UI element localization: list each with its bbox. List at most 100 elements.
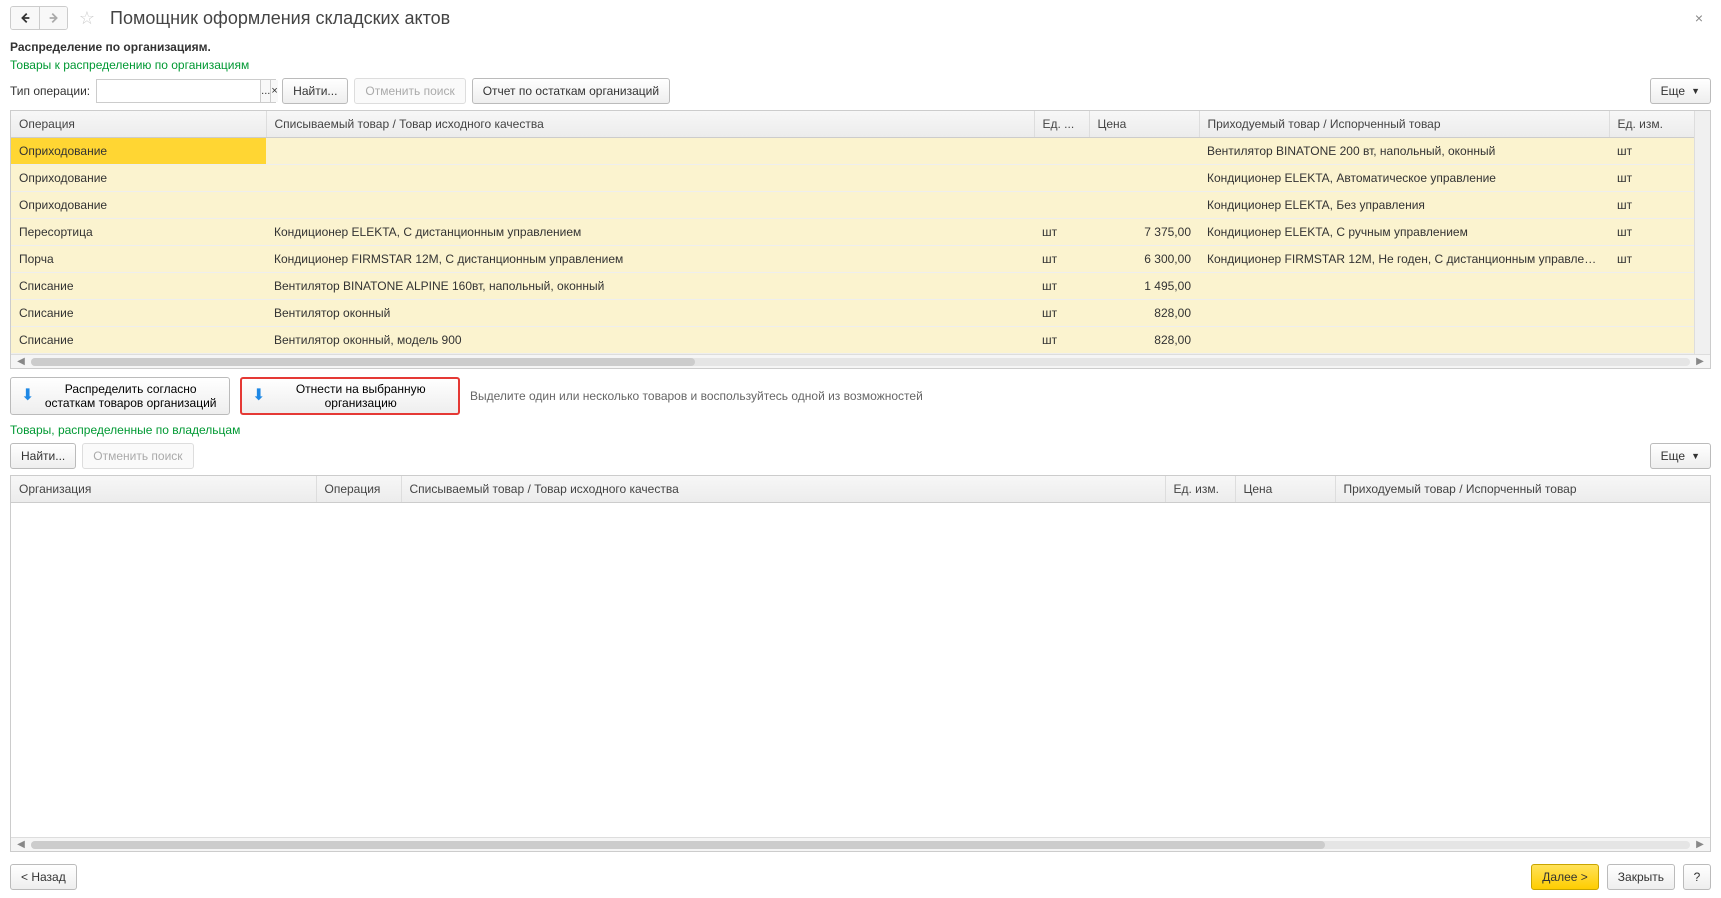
cell-writeoff_item[interactable] [266,165,1034,192]
find-button[interactable]: Найти... [282,78,348,104]
cell-receipt_item[interactable]: Кондиционер ELEKTA, Автоматическое управ… [1199,165,1609,192]
cell-operation[interactable]: Пересортица [11,219,266,246]
cell-writeoff_item[interactable] [266,138,1034,165]
cell-unit1[interactable] [1034,165,1089,192]
cell-unit1[interactable]: шт [1034,273,1089,300]
horizontal-scrollbar-bottom[interactable]: ◀ ▶ [11,837,1710,851]
col2-unit1[interactable]: Ед. изм. [1165,476,1235,503]
operation-type-clear-button[interactable]: × [270,80,277,102]
cell-operation[interactable]: Списание [11,300,266,327]
distribute-by-balances-button[interactable]: ⬇ Распределить согласно остаткам товаров… [10,377,230,415]
cell-unit1[interactable] [1034,192,1089,219]
cell-unit1[interactable]: шт [1034,246,1089,273]
cell-unit2[interactable] [1609,300,1694,327]
operation-type-choose-button[interactable]: ... [260,80,270,102]
table-row[interactable]: ПересортицаКондиционер ELEKTA, С дистанц… [11,219,1694,246]
table-row[interactable]: СписаниеВентилятор оконныйшт828,00 [11,300,1694,327]
cell-writeoff_item[interactable]: Кондиционер FIRMSTAR 12M, С дистанционны… [266,246,1034,273]
cell-writeoff_item[interactable] [266,192,1034,219]
scroll-left-icon[interactable]: ◀ [15,356,27,367]
cell-price[interactable]: 1 495,00 [1089,273,1199,300]
scroll-thumb[interactable] [31,358,695,366]
cell-unit1[interactable] [1034,138,1089,165]
col-writeoff-item[interactable]: Списываемый товар / Товар исходного каче… [266,111,1034,138]
cell-receipt_item[interactable]: Кондиционер ELEKTA, С ручным управлением [1199,219,1609,246]
top-toolbar: Тип операции: ... × Найти... Отменить по… [10,78,1711,104]
col-operation[interactable]: Операция [11,111,266,138]
cell-receipt_item[interactable] [1199,300,1609,327]
col-unit1[interactable]: Ед. ... [1034,111,1089,138]
col-receipt-item[interactable]: Приходуемый товар / Испорченный товар [1199,111,1609,138]
cell-unit2[interactable]: шт [1609,138,1694,165]
col-price[interactable]: Цена [1089,111,1199,138]
cell-operation[interactable]: Оприходование [11,165,266,192]
cell-unit2[interactable]: шт [1609,219,1694,246]
more-button-top[interactable]: Еще▼ [1650,78,1711,104]
help-button[interactable]: ? [1683,864,1711,890]
col2-receipt-item[interactable]: Приходуемый товар / Испорченный товар [1335,476,1710,503]
table-row[interactable]: ПорчаКондиционер FIRMSTAR 12M, С дистанц… [11,246,1694,273]
vertical-scrollbar[interactable] [1694,111,1710,354]
scroll-track[interactable] [31,358,1690,366]
cell-unit2[interactable]: шт [1609,165,1694,192]
find-button-bottom[interactable]: Найти... [10,443,76,469]
cell-receipt_item[interactable]: Кондиционер FIRMSTAR 12M, Не годен, С ди… [1199,246,1609,273]
nav-back-button[interactable] [11,7,39,29]
table-row[interactable]: Оприходование Кондиционер ELEKTA, Без упр… [11,192,1694,219]
close-button[interactable]: Закрыть [1607,864,1675,890]
cell-writeoff_item[interactable]: Вентилятор оконный, модель 900 [266,327,1034,354]
operation-type-combo[interactable]: ... × [96,79,276,103]
table-row[interactable]: СписаниеВентилятор BINATONE ALPINE 160вт… [11,273,1694,300]
operation-type-input[interactable] [97,80,260,102]
horizontal-scrollbar-top[interactable]: ◀ ▶ [11,354,1710,368]
cell-price[interactable] [1089,138,1199,165]
col2-writeoff-item[interactable]: Списываемый товар / Товар исходного каче… [401,476,1165,503]
bottom-table-body[interactable] [11,503,1710,837]
scroll-thumb[interactable] [31,841,1325,849]
cell-receipt_item[interactable]: Кондиционер ELEKTA, Без управления [1199,192,1609,219]
cell-unit2[interactable]: шт [1609,246,1694,273]
favorite-star-icon[interactable]: ☆ [76,7,98,29]
cell-price[interactable]: 828,00 [1089,327,1199,354]
cell-unit2[interactable] [1609,327,1694,354]
cell-unit1[interactable]: шт [1034,327,1089,354]
close-icon[interactable]: × [1687,6,1711,30]
table-row[interactable]: Оприходование Кондиционер ELEKTA, Автомат… [11,165,1694,192]
back-button[interactable]: < Назад [10,864,77,890]
org-balances-report-button[interactable]: Отчет по остаткам организаций [472,78,670,104]
cell-price[interactable]: 7 375,00 [1089,219,1199,246]
cell-price[interactable]: 6 300,00 [1089,246,1199,273]
col2-org[interactable]: Организация [11,476,316,503]
cell-receipt_item[interactable]: Вентилятор BINATONE 200 вт, напольный, о… [1199,138,1609,165]
cell-writeoff_item[interactable]: Вентилятор оконный [266,300,1034,327]
next-button[interactable]: Далее > [1531,864,1599,890]
col2-operation[interactable]: Операция [316,476,401,503]
cell-unit1[interactable]: шт [1034,300,1089,327]
cell-writeoff_item[interactable]: Вентилятор BINATONE ALPINE 160вт, наполь… [266,273,1034,300]
cell-operation[interactable]: Оприходование [11,192,266,219]
scroll-track[interactable] [31,841,1690,849]
scroll-left-icon[interactable]: ◀ [15,839,27,850]
cell-unit2[interactable]: шт [1609,192,1694,219]
cell-writeoff_item[interactable]: Кондиционер ELEKTA, С дистанционным упра… [266,219,1034,246]
cell-operation[interactable]: Списание [11,327,266,354]
cell-price[interactable] [1089,165,1199,192]
cell-unit1[interactable]: шт [1034,219,1089,246]
cell-operation[interactable]: Оприходование [11,138,266,165]
scroll-right-icon[interactable]: ▶ [1694,356,1706,367]
cell-operation[interactable]: Порча [11,246,266,273]
cell-receipt_item[interactable] [1199,327,1609,354]
table-row[interactable]: Оприходование Вентилятор BINATONE 200 вт,… [11,138,1694,165]
cell-unit2[interactable] [1609,273,1694,300]
cell-price[interactable]: 828,00 [1089,300,1199,327]
more-button-bottom[interactable]: Еще▼ [1650,443,1711,469]
col2-price[interactable]: Цена [1235,476,1335,503]
cell-price[interactable] [1089,192,1199,219]
assign-to-org-button[interactable]: ⬇ Отнести на выбранную организацию [240,377,460,415]
scroll-right-icon[interactable]: ▶ [1694,839,1706,850]
cell-operation[interactable]: Списание [11,273,266,300]
col-unit2[interactable]: Ед. изм. [1609,111,1694,138]
cell-receipt_item[interactable] [1199,273,1609,300]
nav-forward-button[interactable] [39,7,67,29]
table-row[interactable]: СписаниеВентилятор оконный, модель 900шт… [11,327,1694,354]
